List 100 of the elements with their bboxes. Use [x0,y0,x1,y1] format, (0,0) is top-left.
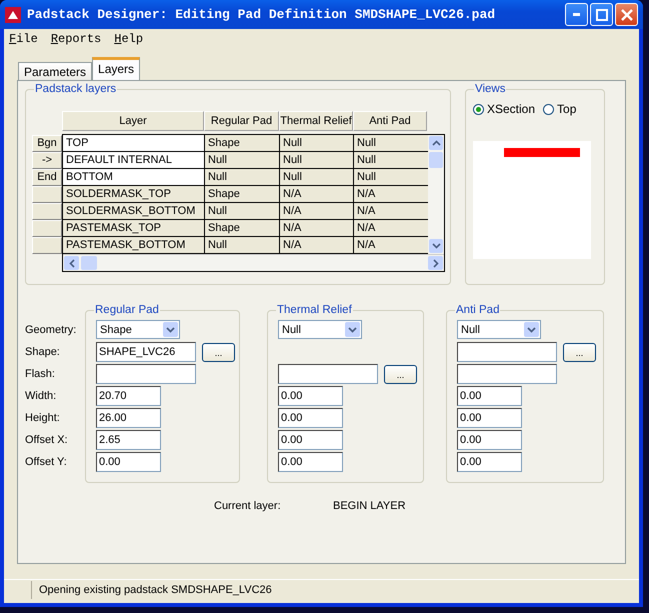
input-field[interactable] [96,364,196,384]
status-text: Opening existing padstack SMDSHAPE_LVC26 [39,584,272,596]
table-cell: N/A [354,220,428,237]
field-label: Height: [25,411,61,426]
chevron-right-icon [432,258,438,268]
table-cell: Null [280,152,354,169]
column-header[interactable]: Layer [62,111,204,131]
input-field[interactable]: 0.00 [457,408,522,428]
table-cell: Shape [205,135,280,152]
input-field[interactable] [457,342,557,362]
horizontal-scrollbar[interactable] [63,254,444,271]
dropdown[interactable]: Null [457,320,541,339]
row-button[interactable]: Bgn [32,135,62,152]
table-cell: Null [205,169,280,186]
input-field[interactable]: 0.00 [96,452,161,472]
row-button[interactable] [32,237,62,254]
input-field[interactable] [278,364,378,384]
table-cell: N/A [280,203,354,220]
row-button[interactable]: -> [32,152,62,169]
input-field[interactable] [457,364,557,384]
row-button[interactable] [32,220,62,237]
field-label: Shape: [25,345,61,360]
table-cell: BOTTOM [63,169,205,186]
table-cell: Null [280,135,354,152]
input-field[interactable]: 0.00 [278,408,343,428]
current-layer-label: Current layer: [214,500,282,512]
input-field[interactable]: 0.00 [278,452,343,472]
input-field[interactable]: SHAPE_LVC26 [96,342,196,362]
radio-button[interactable]: Top [543,102,576,116]
scroll-thumb[interactable] [81,256,97,270]
row-button[interactable] [32,186,62,203]
table-cell: PASTEMASK_BOTTOM [63,237,205,254]
input-field[interactable]: 0.00 [278,430,343,450]
maximize-button[interactable] [590,3,613,26]
table-cell: Null [354,152,428,169]
chevron-up-icon [432,140,440,146]
table-cell: TOP [63,135,205,152]
maximize-icon [596,8,608,20]
window-title: Padstack Designer: Editing Pad Definition SMDSHAPE_LVC26.pad [27,7,496,22]
table-cell: Shape [205,186,280,203]
field-label: Width: [25,389,58,404]
tab[interactable]: Layers [92,57,140,80]
column-header[interactable]: Thermal Relief [279,111,353,131]
input-field[interactable]: 20.70 [96,386,161,406]
dropdown-value: Null [282,324,302,336]
dropdown-value: Shape [100,324,133,336]
row-button[interactable]: End [32,169,62,186]
table-cell: Null [205,237,280,254]
input-field[interactable]: 26.00 [96,408,161,428]
table-cell: N/A [354,237,428,254]
chevron-down-icon [166,326,175,332]
tab[interactable]: Parameters [18,62,92,80]
table-cell: Null [205,203,280,220]
table-cell: Null [205,152,280,169]
table-cell: Null [354,169,428,186]
table-cell: N/A [354,203,428,220]
radio-button[interactable]: XSection [473,102,536,116]
row-button[interactable] [32,203,62,220]
input-field[interactable]: 0.00 [457,386,522,406]
minimize-button[interactable] [565,3,588,26]
table-cell: Shape [205,220,280,237]
field-label: Offset Y: [25,455,68,470]
menu-item[interactable]: File [9,32,38,46]
chevron-down-icon [348,326,357,332]
column-header[interactable]: Regular Pad [204,111,279,131]
input-field[interactable]: 0.00 [278,386,343,406]
table-cell: N/A [280,220,354,237]
menu-item[interactable]: Reports [50,32,102,46]
dropdown-value: Null [461,324,481,336]
chevron-down-icon [432,243,440,249]
chevron-down-icon [527,326,536,332]
dropdown[interactable]: Shape [96,320,180,339]
column-header[interactable]: Anti Pad [353,111,427,131]
browse-button[interactable]: ... [384,365,417,384]
group-title: Padstack layers [34,83,118,96]
table-cell: SOLDERMASK_TOP [63,186,205,203]
browse-button[interactable]: ... [202,343,235,362]
dropdown[interactable]: Null [278,320,362,339]
chevron-left-icon [68,258,74,268]
vertical-scrollbar[interactable] [428,135,444,254]
input-field[interactable]: 2.65 [96,430,161,450]
field-label: Geometry: [25,323,78,338]
table-cell: N/A [280,237,354,254]
browse-button[interactable]: ... [563,343,596,362]
table-cell: Null [280,169,354,186]
field-label: Flash: [25,367,56,382]
close-button[interactable] [615,3,638,26]
group-title: Regular Pad [94,304,160,317]
app-icon [5,6,21,22]
table-cell: PASTEMASK_TOP [63,220,205,237]
field-label: Offset X: [25,433,69,448]
scroll-thumb[interactable] [429,152,443,168]
table-cell: N/A [354,186,428,203]
table-cell: DEFAULT INTERNAL [63,152,205,169]
current-layer-value: BEGIN LAYER [333,500,406,512]
input-field[interactable]: 0.00 [457,430,522,450]
input-field[interactable]: 0.00 [457,452,522,472]
table-cell: SOLDERMASK_BOTTOM [63,203,205,220]
menu-item[interactable]: Help [114,32,144,46]
minimize-icon [573,13,580,16]
